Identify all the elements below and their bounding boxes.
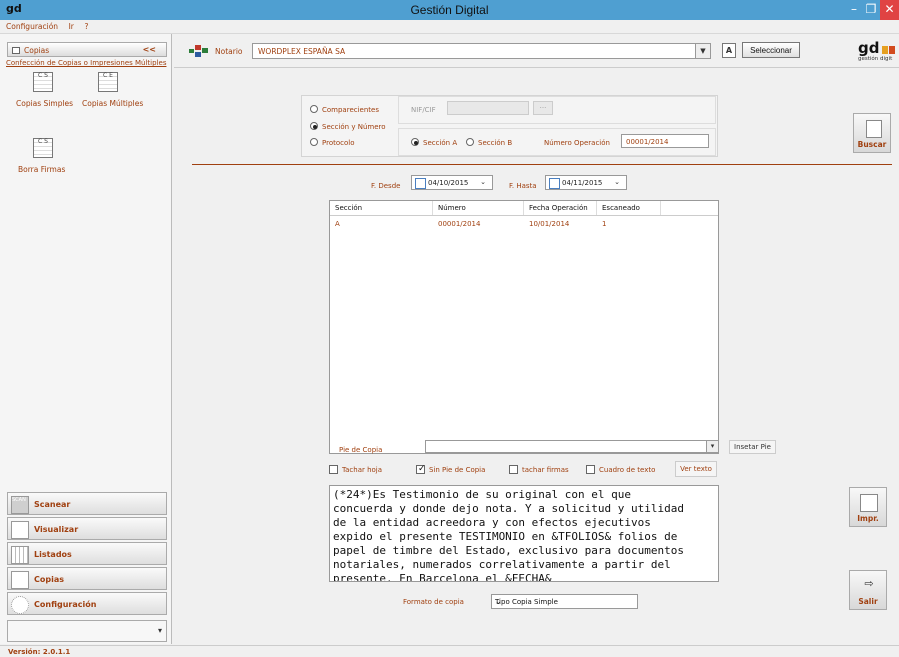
copy-icon <box>11 571 29 589</box>
pie-copia-label: Pie de Copia <box>339 446 383 454</box>
chevron-down-icon[interactable]: ⌄ <box>614 178 620 186</box>
version-label: Versión: 2.0.1.1 <box>8 648 71 656</box>
ver-texto-button[interactable]: Ver texto <box>675 461 717 477</box>
chevron-down-icon[interactable]: ▼ <box>695 44 710 58</box>
close-button[interactable]: ✕ <box>880 0 899 20</box>
col-escaneado[interactable]: Escaneado <box>602 204 640 212</box>
nif-input[interactable] <box>447 101 529 115</box>
borra-firmas-label[interactable]: Borra Firmas <box>18 165 65 174</box>
col-fecha[interactable]: Fecha Operación <box>529 204 588 212</box>
fecha-desde-picker[interactable]: 04/10/2015 ⌄ <box>411 175 493 190</box>
radio-seccion-numero-label: Sección y Número <box>322 123 386 131</box>
nif-group <box>398 96 716 124</box>
nav-configuracion[interactable]: Configuración <box>7 592 167 615</box>
fecha-hasta-picker[interactable]: 04/11/2015 ⌄ <box>545 175 627 190</box>
nif-label: NIF/CIF <box>411 106 436 114</box>
chevron-down-icon[interactable]: ▾ <box>706 441 718 452</box>
fecha-desde-checkbox[interactable] <box>415 178 426 189</box>
window-title: Gestión Digital <box>410 3 489 17</box>
a-button[interactable]: A <box>722 43 736 58</box>
fecha-desde-label: F. Desde <box>371 182 401 190</box>
minimize-button[interactable]: – <box>845 0 863 20</box>
notario-label: Notario <box>215 47 243 56</box>
radio-protocolo[interactable] <box>310 138 318 146</box>
testimonio-textarea[interactable]: (*24*)Es Testimonio de su original con e… <box>329 485 719 582</box>
nav-listados[interactable]: Listados <box>7 542 167 565</box>
status-bar: Versión: 2.0.1.1 <box>0 645 899 657</box>
gear-icon <box>11 596 29 614</box>
list-icon <box>11 546 29 564</box>
notario-icon <box>189 42 209 60</box>
col-seccion[interactable]: Sección <box>335 204 362 212</box>
menu-configuracion[interactable]: Configuración <box>6 22 58 31</box>
sin-pie-label: Sin Pie de Copia <box>429 466 486 474</box>
nav-scanear[interactable]: SCAN Scanear <box>7 492 167 515</box>
table-header: Sección Número Fecha Operación Escaneado <box>330 201 718 216</box>
insertar-pie-button[interactable]: Insetar Pie <box>729 440 776 454</box>
section-link[interactable]: Confección de Copias o Impresiones Múlti… <box>6 59 166 67</box>
menu-bar: Configuración Ir ? <box>0 20 899 34</box>
num-operacion-input[interactable]: 00001/2014 <box>621 134 709 148</box>
nav-visualizar[interactable]: Visualizar <box>7 517 167 540</box>
copias-panel-header[interactable]: Copias << <box>7 42 167 57</box>
impr-button[interactable]: Impr. <box>849 487 887 527</box>
panel-title: Copias <box>24 46 50 55</box>
col-numero[interactable]: Número <box>438 204 466 212</box>
search-icon <box>866 120 882 138</box>
magnifier-icon <box>11 521 29 539</box>
title-bar: gd Gestión Digital – ❐ ✕ <box>0 0 899 20</box>
notario-select[interactable]: WORDPLEX ESPAÑA SA ▼ <box>252 43 711 59</box>
tachar-hoja-label: Tachar hoja <box>342 466 383 474</box>
nav-more-button[interactable]: ▾ <box>7 620 167 642</box>
scan-icon: SCAN <box>11 496 29 514</box>
maximize-button[interactable]: ❐ <box>862 0 880 20</box>
menu-ir[interactable]: Ir <box>69 22 74 31</box>
radio-seccion-numero[interactable] <box>310 122 318 130</box>
cuadro-texto-checkbox[interactable] <box>586 465 595 474</box>
seleccionar-button[interactable]: Seleccionar <box>742 42 800 58</box>
pie-copia-select[interactable]: ▾ <box>425 440 719 453</box>
radio-comparecientes[interactable] <box>310 105 318 113</box>
chevron-down-icon: ⌄ <box>495 597 502 606</box>
tachar-hoja-checkbox[interactable] <box>329 465 338 474</box>
gd-logo: gd gestión digit <box>856 39 899 66</box>
copias-multiples-label[interactable]: Copias Múltiples <box>82 99 143 108</box>
separator <box>192 164 892 165</box>
operations-table[interactable]: Sección Número Fecha Operación Escaneado… <box>329 200 719 454</box>
formato-label: Formato de copia <box>403 598 464 606</box>
radio-comparecientes-label: Comparecientes <box>322 106 379 114</box>
collapse-button[interactable]: << <box>143 45 156 54</box>
copias-multiples-icon[interactable]: C E <box>98 72 118 92</box>
radio-seccion-a-label: Sección A <box>423 139 458 147</box>
chevron-down-icon[interactable]: ⌄ <box>480 178 486 186</box>
nif-browse-button[interactable]: ... <box>533 101 553 115</box>
borra-firmas-icon[interactable]: C S <box>33 138 53 158</box>
salir-button[interactable]: ⇨ Salir <box>849 570 887 610</box>
fecha-hasta-checkbox[interactable] <box>549 178 560 189</box>
num-operacion-label: Número Operación <box>544 139 610 147</box>
print-icon <box>860 494 878 512</box>
panel-square-icon <box>12 47 20 54</box>
formato-select[interactable]: Tipo Copia Simple ⌄ <box>491 594 638 609</box>
radio-seccion-a[interactable] <box>411 138 419 146</box>
nav-copias[interactable]: Copias <box>7 567 167 590</box>
radio-seccion-b-label: Sección B <box>478 139 513 147</box>
copias-simples-label[interactable]: Copias Simples <box>16 99 73 108</box>
copias-simples-icon[interactable]: C S <box>33 72 53 92</box>
notario-value: WORDPLEX ESPAÑA SA <box>258 47 346 56</box>
cuadro-texto-label: Cuadro de texto <box>599 466 656 474</box>
radio-seccion-b[interactable] <box>466 138 474 146</box>
fecha-hasta-label: F. Hasta <box>509 182 537 190</box>
exit-icon: ⇨ <box>864 577 874 590</box>
tachar-firmas-checkbox[interactable] <box>509 465 518 474</box>
radio-protocolo-label: Protocolo <box>322 139 355 147</box>
tachar-firmas-label: tachar firmas <box>522 466 569 474</box>
sin-pie-checkbox[interactable] <box>416 464 426 474</box>
chevron-down-icon: ▾ <box>157 626 162 635</box>
menu-help[interactable]: ? <box>84 22 88 31</box>
buscar-button[interactable]: Buscar <box>853 113 891 153</box>
